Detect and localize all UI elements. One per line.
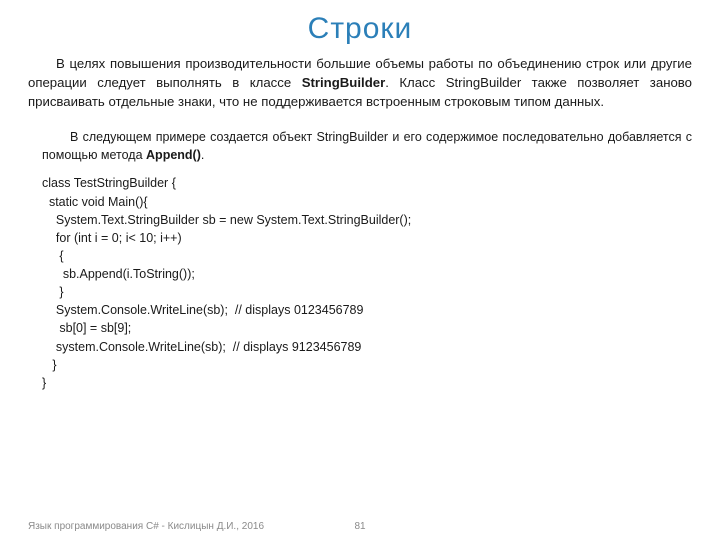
code-listing: class TestStringBuilder { static void Ma… [42, 174, 692, 392]
footer-author: Язык программирования C# - Кислицын Д.И.… [28, 521, 264, 532]
slide: Строки В целях повышения производительно… [0, 0, 720, 540]
intro-text-bold: StringBuilder [302, 75, 386, 90]
footer: Язык программирования C# - Кислицын Д.И.… [28, 521, 692, 532]
example-text-post: . [201, 148, 204, 162]
example-text-bold: Append() [146, 148, 201, 162]
slide-title: Строки [28, 12, 692, 46]
example-block: В следующем примере создается объект Str… [28, 129, 692, 392]
page-number: 81 [354, 521, 365, 532]
example-paragraph: В следующем примере создается объект Str… [42, 129, 692, 164]
intro-paragraph: В целях повышения производительности бол… [28, 54, 692, 111]
example-text-pre: В следующем примере создается объект Str… [42, 130, 692, 162]
